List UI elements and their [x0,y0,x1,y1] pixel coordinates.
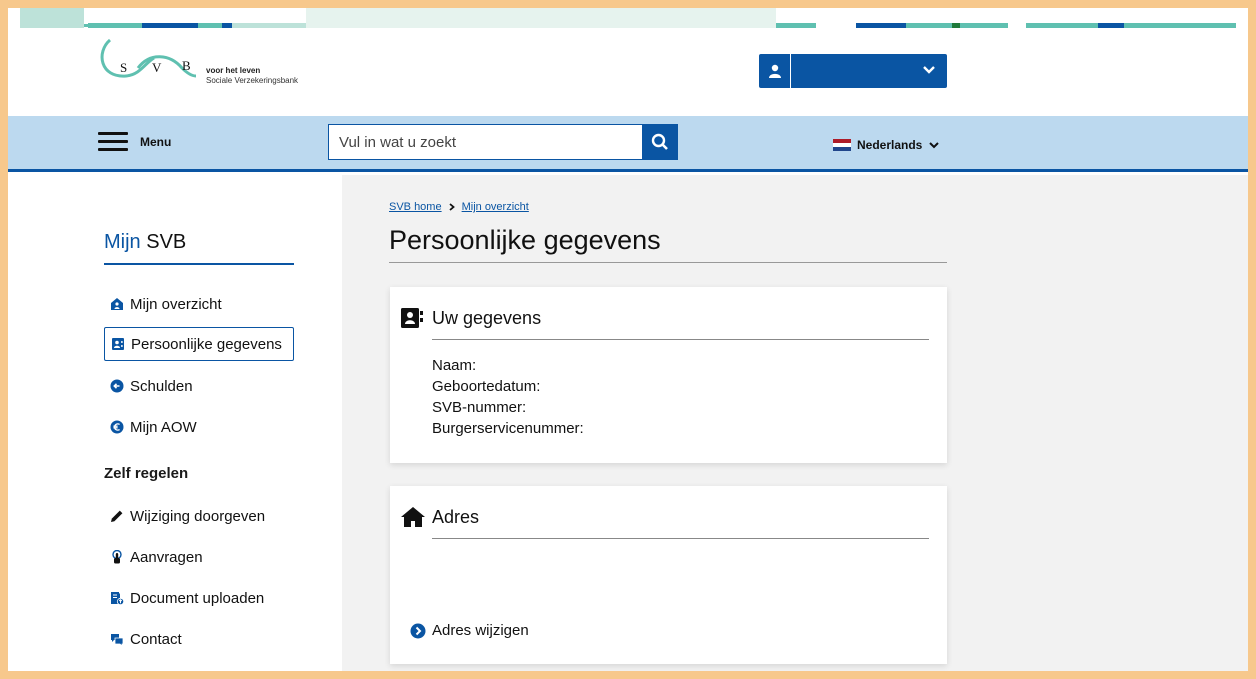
card-adres: Adres Adres wijzigen [390,486,947,664]
sidebar-item-mijn-aow[interactable]: Mijn AOW [104,410,197,444]
user-account-button[interactable] [759,54,947,88]
sidebar-item-label: Contact [130,630,182,648]
chevron-down-icon [921,62,937,78]
logo-text: voor het leven Sociale Verzekeringsbank [206,66,298,86]
search-icon [651,133,668,150]
app-frame: S V B voor het leven Sociale Verzekering… [8,8,1248,671]
home-icon [111,298,123,310]
svb-logo[interactable]: S V B voor het leven Sociale Verzekering… [96,32,326,92]
logo-tagline: voor het leven [206,66,261,75]
breadcrumb-home-link[interactable]: SVB home [389,201,442,213]
site-header: S V B voor het leven Sociale Verzekering… [8,28,1248,116]
euro-circle-icon [110,420,124,434]
field-geboortedatum: Geboortedatum: [432,378,541,395]
sidebar-item-label: Wijziging doorgeven [130,507,266,525]
card-divider [432,339,929,340]
chevron-right-icon [449,203,455,211]
section-heading-zelf-regelen: Zelf regelen [104,465,189,482]
svg-text:B: B [182,58,191,73]
card-divider [432,538,929,539]
sidebar-item-label: Schulden [130,377,193,395]
sidebar-item-schulden[interactable]: Schulden [104,369,193,403]
contact-card-icon [112,338,124,350]
hamburger-icon [98,132,128,152]
sidebar-item-document-uploaden[interactable]: Document uploaden [104,581,264,615]
menu-button[interactable]: Menu [98,132,171,152]
search-button[interactable] [642,124,678,160]
field-naam: Naam: [432,357,477,374]
language-label: Nederlands [857,138,923,152]
sidebar-item-mijn-overzicht[interactable]: Mijn overzicht [104,287,222,321]
field-svb-nummer: SVB-nummer: [432,399,527,416]
sidebar-item-label: Document uploaden [130,589,265,607]
card-uw-gegevens: Uw gegevens Naam: Geboortedatum: SVB-num… [390,287,947,463]
sidebar-item-label: Mijn AOW [130,418,197,436]
sidebar-item-contact[interactable]: Contact [104,622,182,656]
document-upload-icon [111,592,124,605]
search-bar [328,124,678,160]
sidebar-title-underline [104,263,294,265]
sidebar-item-label: Aanvragen [130,548,203,566]
user-icon [759,54,791,88]
dutch-flag-icon [833,139,851,151]
breadcrumb-current-link[interactable]: Mijn overzicht [462,201,529,213]
field-burgerservicenummer: Burgerservicenummer: [432,420,584,437]
card-heading: Uw gegevens [400,307,541,329]
chat-icon [111,634,124,646]
chevron-circle-icon [410,623,426,638]
sidebar-item-aanvragen[interactable]: Aanvragen [104,540,203,574]
svg-text:V: V [152,60,162,75]
sidebar: Mijn SVB Mijn overzicht Persoonlijke geg… [8,175,342,671]
logo-name: Sociale Verzekeringsbank [206,76,299,85]
arrow-circle-icon [110,379,124,393]
language-selector[interactable]: Nederlands [833,138,940,152]
svb-logo-mark: S V B [100,38,197,78]
search-input[interactable] [328,124,642,160]
house-icon [401,507,425,527]
sidebar-item-persoonlijke-gegevens[interactable]: Persoonlijke gegevens [104,327,294,361]
title-divider [389,262,947,263]
contact-book-icon [401,308,423,328]
page-title: Persoonlijke gegevens [389,225,661,255]
card-heading: Adres [400,506,479,528]
sidebar-title: Mijn SVB [104,231,187,253]
menu-label: Menu [140,135,172,149]
pencil-icon [111,510,123,522]
breadcrumb: SVB home Mijn overzicht [389,201,529,213]
hand-pointer-icon [112,550,122,564]
decorative-stripe [8,8,1248,28]
adres-wijzigen-link[interactable]: Adres wijzigen [410,622,529,639]
sidebar-item-wijziging-doorgeven[interactable]: Wijziging doorgeven [104,499,265,533]
sidebar-item-label: Mijn overzicht [130,295,222,313]
main-content: SVB home Mijn overzicht Persoonlijke geg… [342,175,1248,671]
svg-text:S: S [120,60,127,75]
sidebar-item-label: Persoonlijke gegevens [131,335,282,353]
chevron-down-icon [929,142,940,149]
main-nav: Menu Nederlands [8,116,1248,172]
